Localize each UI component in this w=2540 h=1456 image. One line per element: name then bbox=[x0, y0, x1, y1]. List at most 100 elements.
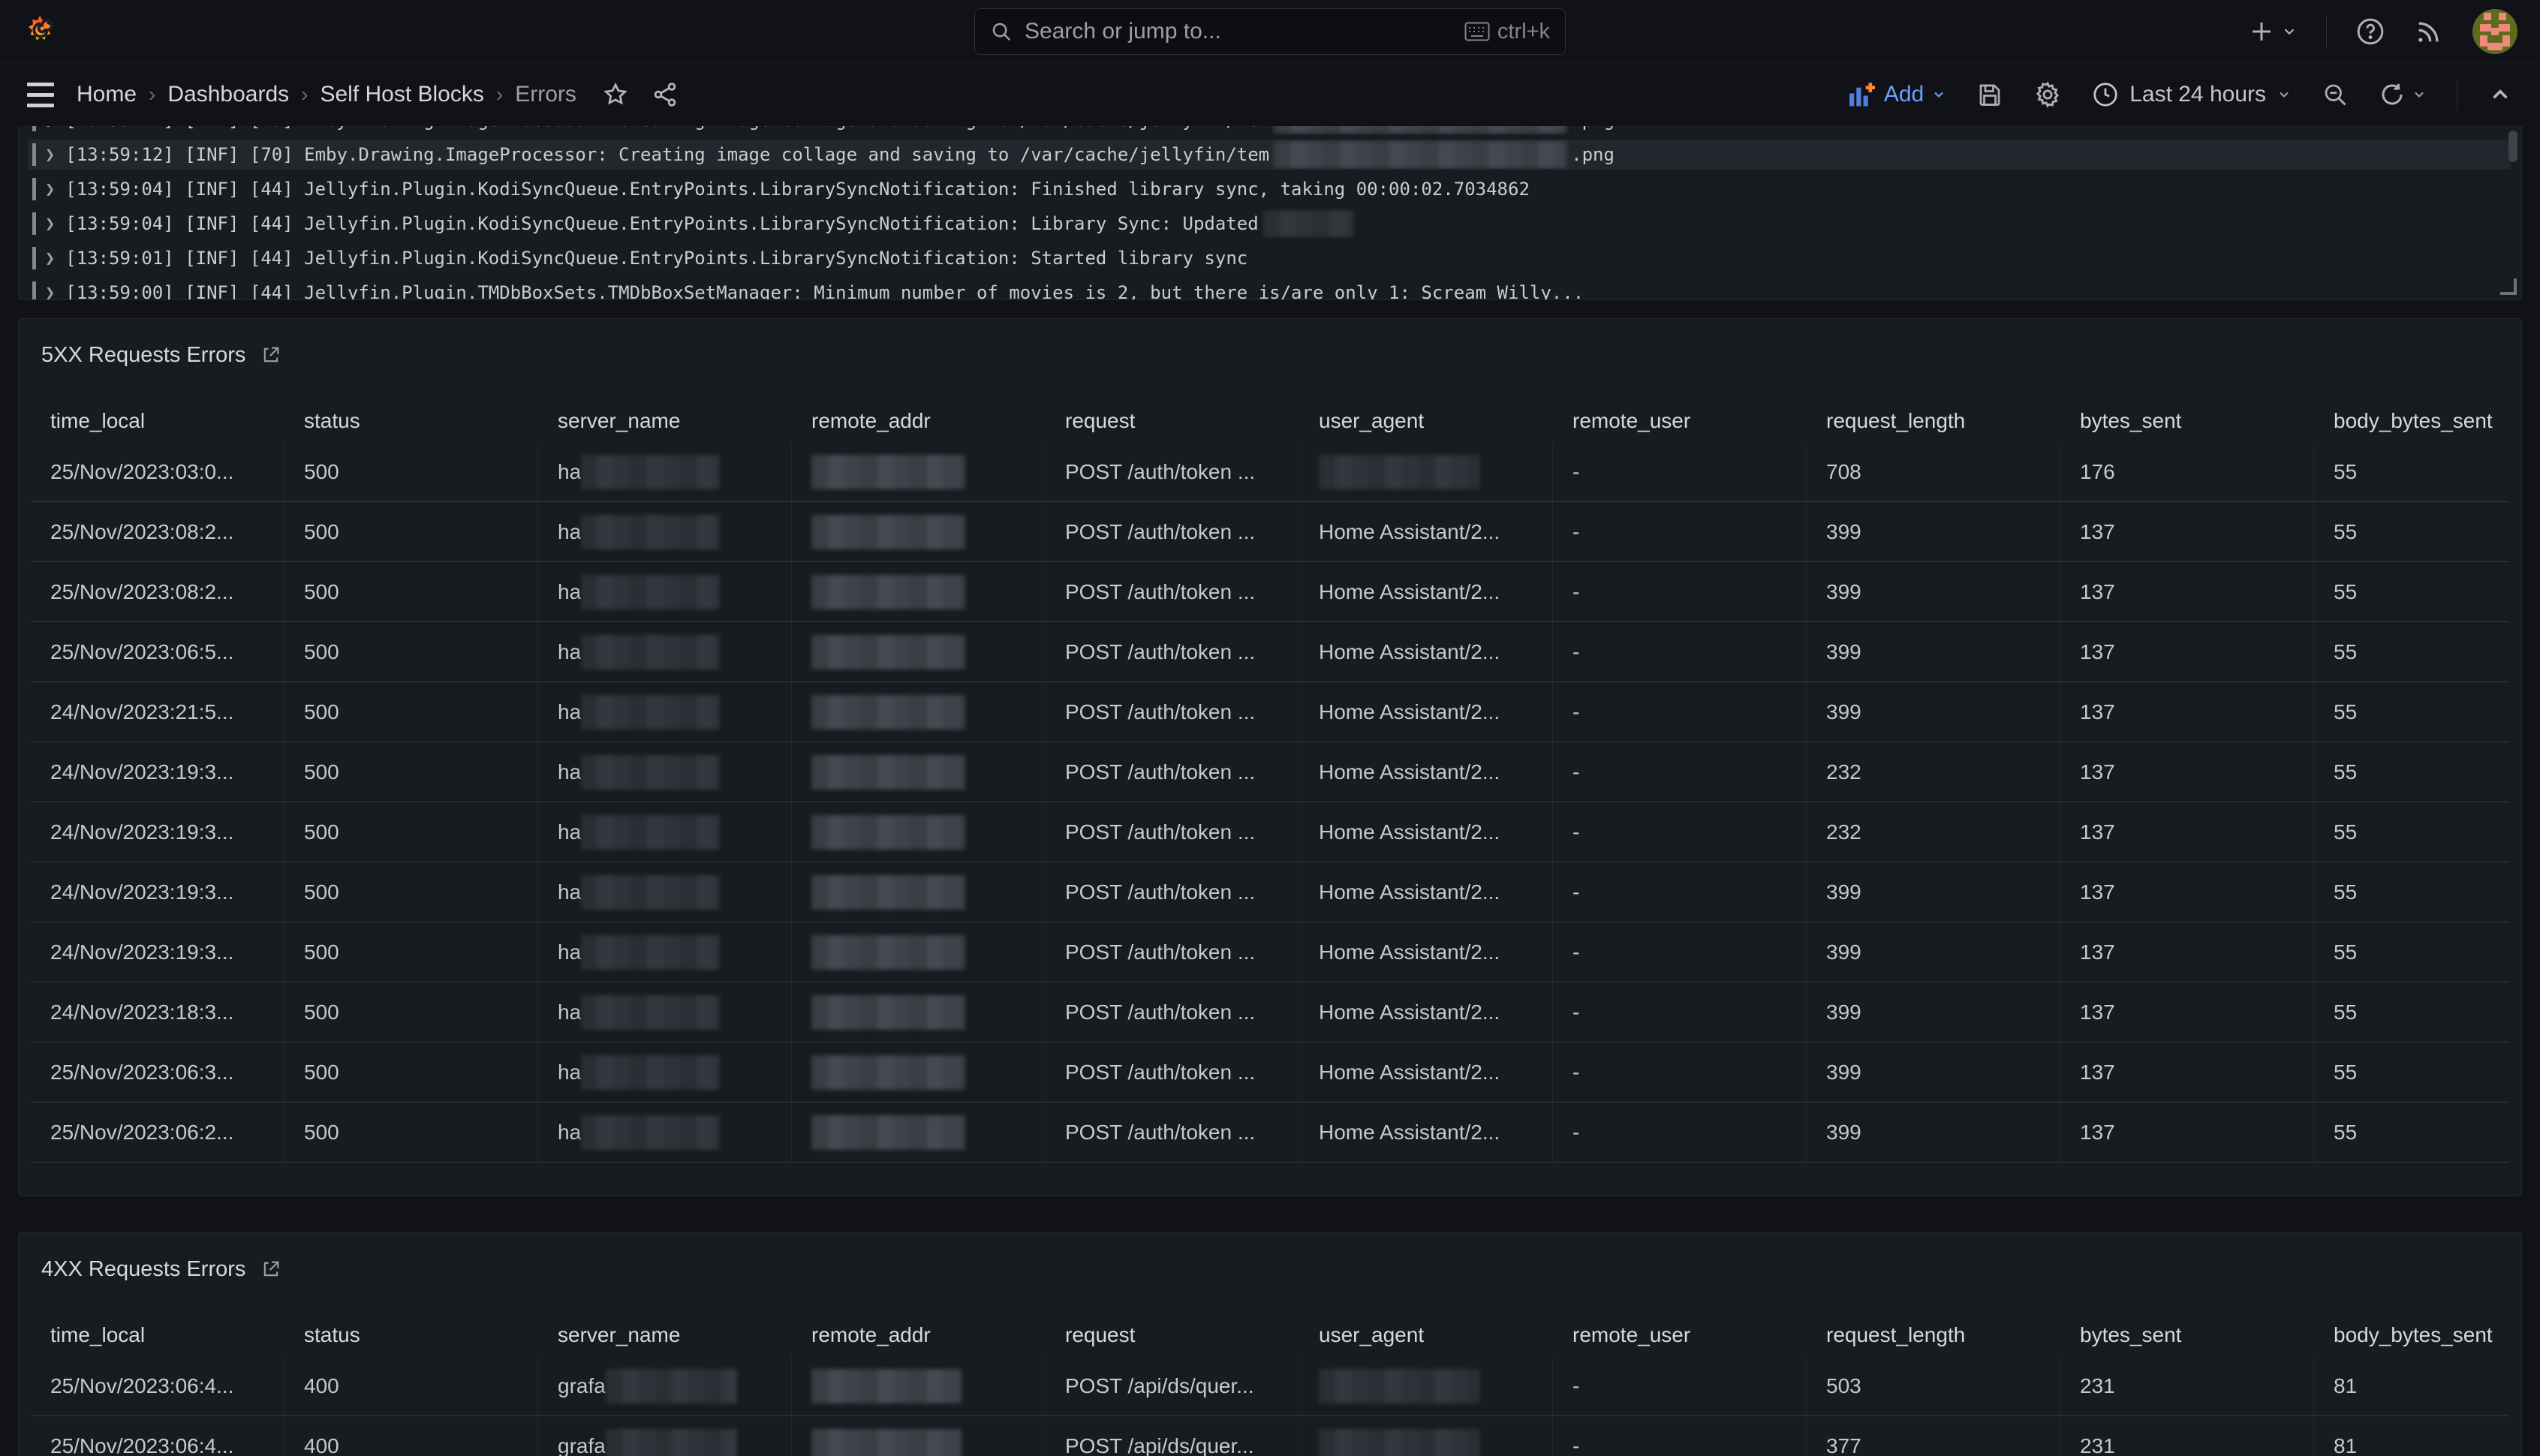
log-scrollbar-thumb[interactable] bbox=[2508, 131, 2517, 162]
log-expand-icon[interactable]: ❯ bbox=[45, 284, 55, 301]
cell-user_agent: Home Assistant/2... bbox=[1299, 622, 1553, 681]
redacted-value bbox=[606, 1369, 737, 1403]
time-range-label: Last 24 hours bbox=[2129, 82, 2266, 107]
column-header-remote_user[interactable]: remote_user bbox=[1553, 400, 1807, 442]
log-line[interactable]: ❯[13:59:04] [INF] [44] Jellyfin.Plugin.K… bbox=[28, 209, 2511, 239]
column-header-body_bytes_sent[interactable]: body_bytes_sent bbox=[2314, 400, 2522, 442]
zoom-out-button[interactable] bbox=[2322, 81, 2349, 108]
column-header-remote_addr[interactable]: remote_addr bbox=[792, 400, 1046, 442]
column-header-body_bytes_sent[interactable]: body_bytes_sent bbox=[2314, 1314, 2522, 1356]
refresh-button[interactable] bbox=[2379, 81, 2427, 108]
cell-bytes_sent: 231 bbox=[2060, 1416, 2314, 1456]
time-range-picker[interactable]: Last 24 hours bbox=[2092, 81, 2292, 108]
column-header-request_length[interactable]: request_length bbox=[1807, 400, 2060, 442]
column-header-remote_addr[interactable]: remote_addr bbox=[792, 1314, 1046, 1356]
external-link-icon[interactable] bbox=[260, 344, 281, 366]
redacted-value bbox=[811, 755, 965, 790]
save-icon bbox=[1976, 81, 2003, 108]
dashboard-canvas: ❯ [13:59:14] [INF] [70] Emby.Drawing.Imag… bbox=[0, 126, 2540, 1456]
column-header-time_local[interactable]: time_local bbox=[31, 1314, 284, 1356]
cell-status: 500 bbox=[284, 682, 538, 742]
cell-time_local: 24/Nov/2023:19:3... bbox=[31, 742, 284, 802]
breadcrumb-item-home[interactable]: Home bbox=[77, 82, 137, 107]
column-header-bytes_sent[interactable]: bytes_sent bbox=[2060, 400, 2314, 442]
log-line-clipped[interactable]: ❯ [13:59:14] [INF] [70] Emby.Drawing.Imag… bbox=[28, 126, 2511, 135]
redacted-value bbox=[811, 515, 965, 549]
favorite-button[interactable] bbox=[602, 81, 629, 108]
breadcrumb-separator: › bbox=[301, 83, 308, 107]
dashboard-settings-button[interactable] bbox=[2033, 80, 2062, 109]
column-header-user_agent[interactable]: user_agent bbox=[1299, 400, 1553, 442]
cell-time_local: 24/Nov/2023:21:5... bbox=[31, 682, 284, 742]
log-line-text: [13:59:12] [INF] [70] Emby.Drawing.Image… bbox=[65, 144, 1269, 165]
new-button[interactable] bbox=[2248, 18, 2298, 45]
news-button[interactable] bbox=[2414, 17, 2444, 47]
refresh-interval-chevron bbox=[2412, 87, 2427, 102]
cell-server_name: grafa bbox=[538, 1416, 792, 1456]
table-5xx: time_localstatusserver_nameremote_addrre… bbox=[19, 400, 2521, 1163]
log-line-clipped[interactable]: ❯[13:59:00] [INF] [44] Jellyfin.Plugin.T… bbox=[28, 278, 2511, 300]
panel-title[interactable]: 4XX Requests Errors bbox=[41, 1257, 245, 1282]
column-header-request_length[interactable]: request_length bbox=[1807, 1314, 2060, 1356]
cell-status: 400 bbox=[284, 1416, 538, 1456]
log-line[interactable]: ❯[13:59:04] [INF] [44] Jellyfin.Plugin.K… bbox=[28, 174, 2511, 204]
cell-status: 500 bbox=[284, 742, 538, 802]
log-expand-icon[interactable]: ❯ bbox=[45, 249, 55, 268]
add-panel-button[interactable]: Add bbox=[1848, 82, 1946, 107]
gear-icon bbox=[2033, 80, 2062, 109]
collapse-toolbar-button[interactable] bbox=[2487, 82, 2513, 107]
cell-request: POST /auth/token ... bbox=[1046, 442, 1299, 501]
column-header-status[interactable]: status bbox=[284, 1314, 538, 1356]
column-header-time_local[interactable]: time_local bbox=[31, 400, 284, 442]
cell-time_local: 25/Nov/2023:08:2... bbox=[31, 562, 284, 621]
avatar[interactable] bbox=[2472, 9, 2517, 54]
help-button[interactable] bbox=[2355, 17, 2385, 47]
cell-request_length: 399 bbox=[1807, 1103, 2060, 1162]
log-line[interactable]: ❯ [13:59:12] [INF] [70] Emby.Drawing.Imag… bbox=[28, 140, 2511, 170]
column-header-bytes_sent[interactable]: bytes_sent bbox=[2060, 1314, 2314, 1356]
panel-title[interactable]: 5XX Requests Errors bbox=[41, 343, 245, 368]
breadcrumb-item-self-host-blocks[interactable]: Self Host Blocks bbox=[320, 82, 483, 107]
log-level-bar bbox=[32, 178, 36, 200]
column-header-status[interactable]: status bbox=[284, 400, 538, 442]
save-dashboard-button[interactable] bbox=[1976, 81, 2003, 108]
cell-time_local: 25/Nov/2023:06:4... bbox=[31, 1356, 284, 1415]
cell-remote_user: - bbox=[1553, 682, 1807, 742]
cell-remote_user: - bbox=[1553, 622, 1807, 681]
log-expand-icon[interactable]: ❯ bbox=[45, 146, 55, 164]
column-header-request[interactable]: request bbox=[1046, 1314, 1299, 1356]
breadcrumb-item-dashboards[interactable]: Dashboards bbox=[167, 82, 289, 107]
cell-remote_user: - bbox=[1553, 922, 1807, 982]
share-button[interactable] bbox=[652, 81, 679, 108]
column-header-server_name[interactable]: server_name bbox=[538, 1314, 792, 1356]
redacted-value bbox=[581, 635, 720, 669]
menu-icon[interactable] bbox=[27, 83, 54, 107]
search-input[interactable]: Search or jump to... ctrl+k bbox=[974, 8, 1566, 55]
log-line[interactable]: ❯[13:59:01] [INF] [44] Jellyfin.Plugin.K… bbox=[28, 243, 2511, 273]
column-header-request[interactable]: request bbox=[1046, 400, 1299, 442]
redacted-value bbox=[811, 1055, 965, 1090]
cell-time_local: 24/Nov/2023:19:3... bbox=[31, 862, 284, 922]
log-line-text: [13:59:14] [INF] [70] Emby.Drawing.Image… bbox=[65, 126, 1269, 131]
cell-request: POST /auth/token ... bbox=[1046, 982, 1299, 1042]
redacted-value bbox=[811, 695, 965, 730]
external-link-icon[interactable] bbox=[260, 1259, 281, 1280]
redacted-value bbox=[606, 1429, 737, 1456]
cell-request: POST /auth/token ... bbox=[1046, 562, 1299, 621]
column-header-remote_user[interactable]: remote_user bbox=[1553, 1314, 1807, 1356]
cell-status: 500 bbox=[284, 802, 538, 862]
column-header-server_name[interactable]: server_name bbox=[538, 400, 792, 442]
panel-resize-handle[interactable] bbox=[2500, 278, 2517, 295]
cell-user_agent: Home Assistant/2... bbox=[1299, 802, 1553, 862]
log-expand-icon[interactable]: ❯ bbox=[45, 126, 55, 130]
log-expand-icon[interactable]: ❯ bbox=[45, 180, 55, 199]
column-header-user_agent[interactable]: user_agent bbox=[1299, 1314, 1553, 1356]
cell-bytes_sent: 176 bbox=[2060, 442, 2314, 501]
cell-user_agent: Home Assistant/2... bbox=[1299, 1103, 1553, 1162]
grafana-logo[interactable] bbox=[23, 14, 57, 49]
log-expand-icon[interactable]: ❯ bbox=[45, 215, 55, 233]
cell-request: POST /auth/token ... bbox=[1046, 682, 1299, 742]
cell-request_length: 399 bbox=[1807, 562, 2060, 621]
table-row: 25/Nov/2023:03:0...500haPOST /auth/token… bbox=[31, 442, 2509, 502]
cell-body_bytes_sent: 55 bbox=[2314, 442, 2522, 501]
